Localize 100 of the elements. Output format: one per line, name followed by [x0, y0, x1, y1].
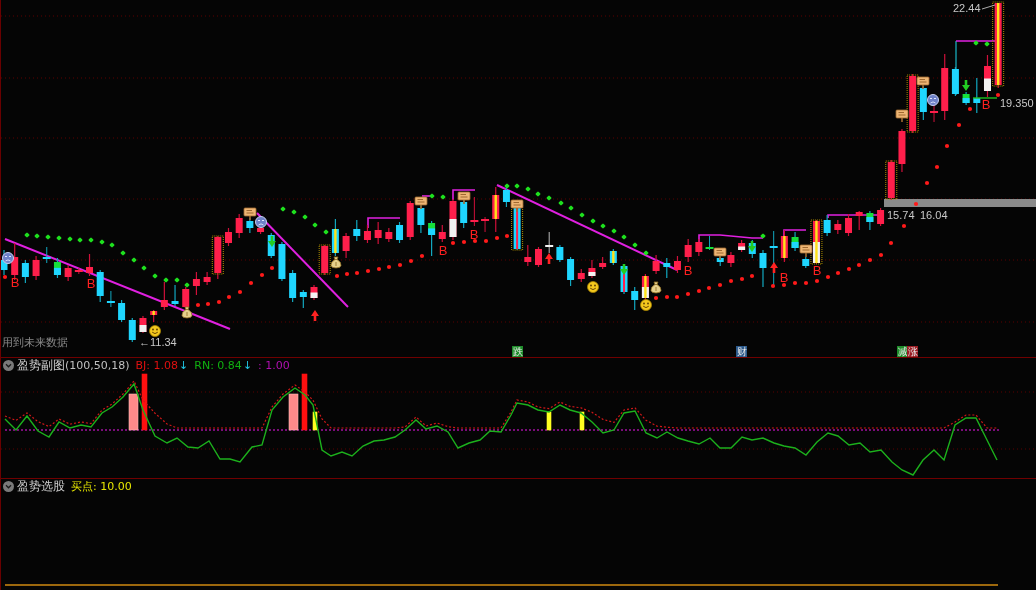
candlestick — [641, 273, 649, 301]
down-arrow-icon — [748, 241, 756, 252]
candlestick — [673, 255, 681, 274]
candlestick — [182, 286, 190, 310]
collapse-icon[interactable] — [3, 359, 14, 371]
candlestick — [663, 257, 671, 279]
candlestick — [64, 264, 72, 282]
candlestick — [310, 284, 318, 301]
candlestick — [374, 221, 382, 245]
candlestick — [396, 221, 404, 244]
indicator-bar — [301, 373, 308, 431]
up-arrow-icon — [770, 262, 778, 273]
candlestick — [652, 254, 660, 275]
candlestick — [759, 249, 767, 288]
candlestick — [866, 210, 874, 231]
resistance-line — [367, 217, 401, 229]
candlestick — [86, 253, 93, 277]
candlestick — [246, 217, 254, 234]
money-bag-icon — [330, 256, 342, 269]
buy-mark: B — [86, 276, 96, 291]
price-label: ←11.34 — [139, 336, 177, 348]
candlestick — [631, 286, 639, 311]
price-label: 22.44 — [953, 2, 981, 14]
candlestick — [492, 186, 500, 233]
signboard-icon — [916, 76, 930, 89]
candlestick — [545, 231, 554, 254]
candlestick — [855, 210, 863, 231]
candlestick — [160, 281, 168, 311]
panel-title: 盈势副图 — [17, 356, 65, 374]
candlestick — [973, 77, 981, 114]
candlestick — [577, 268, 585, 283]
candlestick — [150, 309, 158, 323]
signboard-icon — [414, 196, 428, 209]
signal-tag: 跌 — [512, 346, 523, 357]
price-label: 19.350 — [1000, 97, 1034, 109]
up-arrow-icon — [545, 253, 553, 264]
candlestick — [342, 232, 350, 259]
candlestick — [428, 220, 436, 257]
candlestick — [769, 230, 778, 286]
panel-title: 盈势选股 — [17, 477, 65, 495]
candlestick — [96, 269, 104, 303]
money-bag-icon — [650, 281, 662, 294]
signboard-icon — [799, 244, 813, 257]
candlestick — [535, 246, 542, 268]
candlestick — [705, 235, 714, 251]
candlestick — [599, 256, 607, 270]
candlestick — [834, 219, 842, 235]
candlestick — [139, 315, 147, 334]
money-bag-icon — [181, 306, 193, 319]
candlestick — [567, 256, 575, 287]
candlestick — [738, 239, 746, 253]
candlestick — [32, 255, 40, 281]
candlestick — [556, 244, 564, 263]
sad-face-icon — [255, 216, 267, 228]
down-arrow-icon — [268, 236, 276, 247]
indicator-bar — [546, 411, 552, 431]
down-arrow-icon — [620, 264, 628, 275]
candlestick — [128, 317, 136, 343]
buy-mark: B — [438, 243, 448, 258]
buy-mark: B — [779, 270, 789, 285]
collapse-icon[interactable] — [3, 480, 14, 492]
resistance-line — [783, 229, 807, 237]
sad-face-icon — [927, 94, 939, 106]
buy-mark: B — [10, 275, 20, 290]
buy-mark: B — [683, 263, 693, 278]
candlestick — [727, 251, 735, 268]
candlestick — [930, 104, 939, 123]
signal-tag: 涨 — [907, 346, 918, 357]
candlestick — [53, 257, 61, 279]
indicator-bar — [312, 411, 318, 431]
candlestick — [118, 299, 126, 323]
signboard-icon — [895, 109, 909, 122]
indicator-reading: : 1.00 — [258, 358, 290, 372]
up-arrow-icon — [311, 310, 319, 321]
candlestick — [609, 248, 617, 266]
candlestick — [42, 246, 51, 264]
resistance-line — [452, 189, 476, 201]
smiley-icon — [640, 299, 652, 311]
candlestick — [171, 284, 179, 307]
signboard-icon — [243, 207, 257, 220]
signboard-icon — [457, 191, 471, 204]
candlestick — [278, 241, 286, 282]
candlestick — [438, 224, 446, 243]
leader-line — [981, 4, 996, 10]
candlestick — [951, 66, 959, 97]
smiley-icon — [149, 325, 161, 337]
candlestick — [780, 229, 788, 263]
indicator-reading: BJ: 1.08 — [135, 358, 179, 372]
signboard-icon — [510, 199, 524, 212]
indicator-reading: 买点: 10.00 — [71, 478, 132, 494]
candlestick — [791, 231, 799, 252]
candlestick — [21, 259, 29, 284]
future-data-notice: 用到未来数据 — [2, 336, 68, 349]
indicator-bar — [141, 373, 148, 431]
buy-mark: B — [812, 263, 822, 278]
down-arrow-icon — [962, 80, 970, 91]
price-label: 16.04 — [920, 209, 948, 221]
price-line — [972, 97, 998, 99]
indicator-reading: RN: 0.84 — [194, 358, 242, 372]
buy-mark: B — [469, 227, 479, 242]
